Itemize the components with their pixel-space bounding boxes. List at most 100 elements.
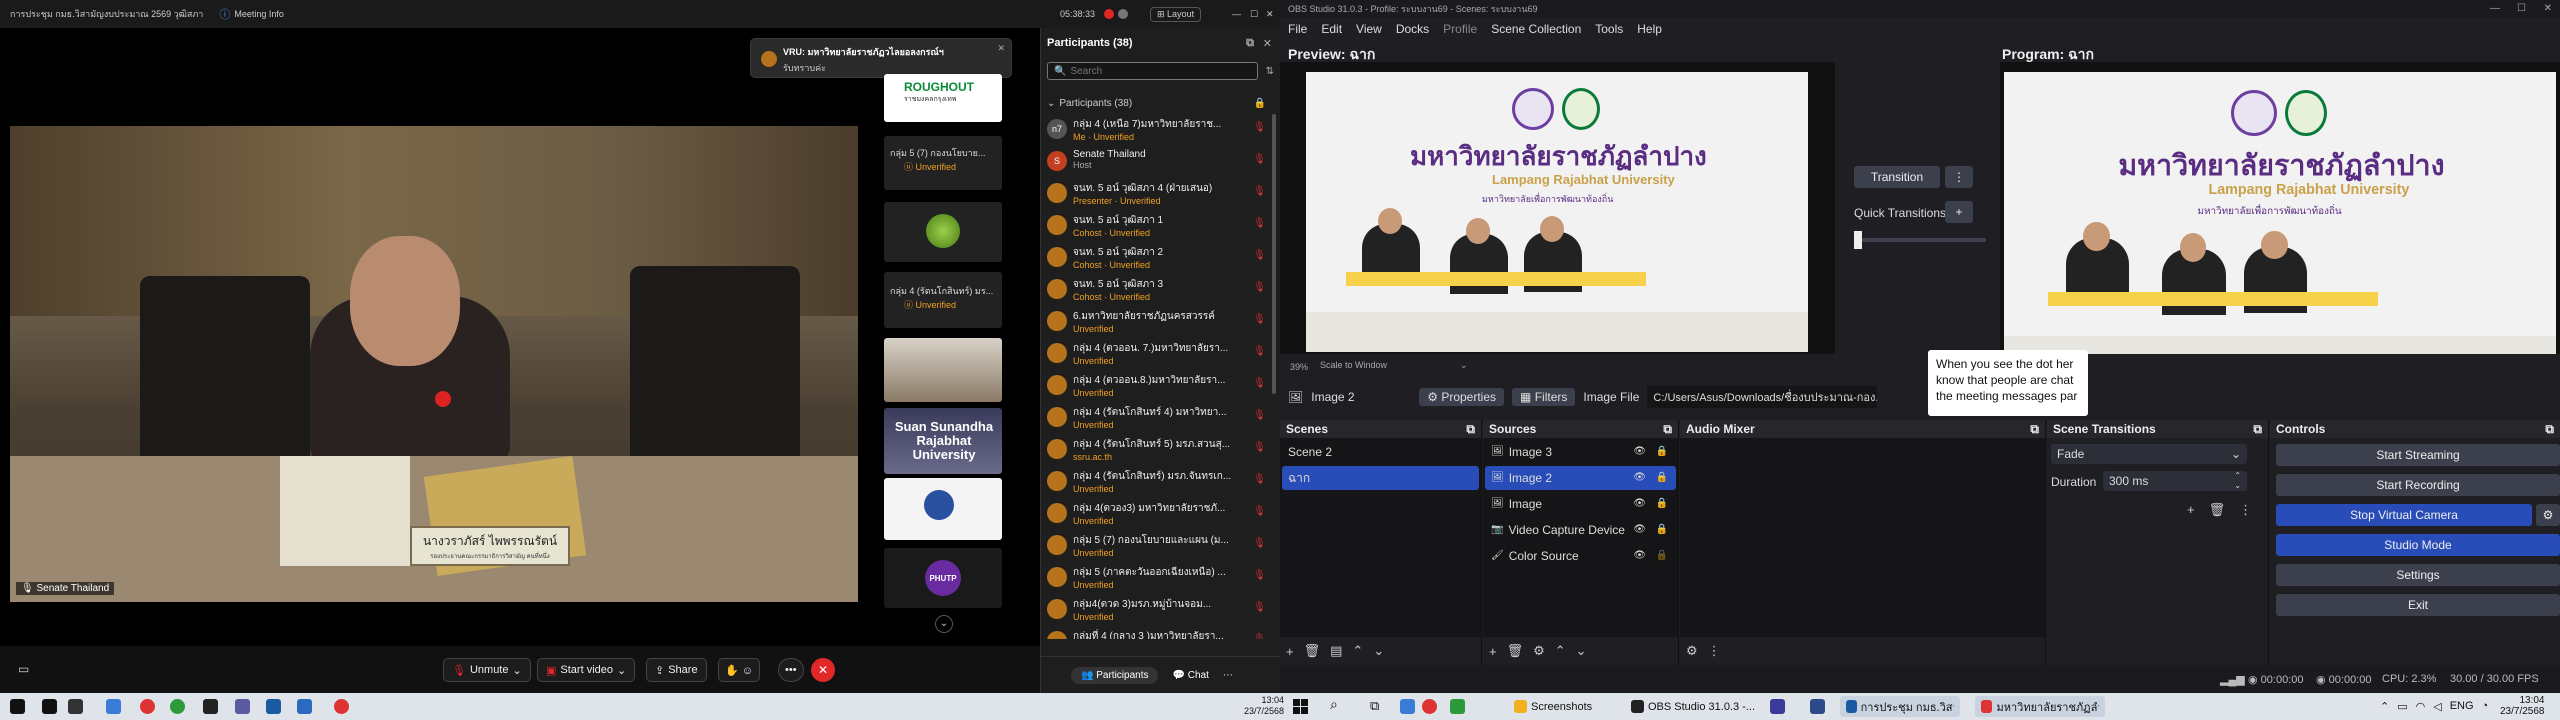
thumb-3[interactable] <box>884 202 1002 262</box>
grid-icon[interactable] <box>1118 9 1128 19</box>
layout-button[interactable]: ⊞ Layout <box>1150 6 1202 22</box>
transition-type-select[interactable]: Fade ⌄ <box>2051 444 2247 464</box>
transition-button[interactable]: Transition <box>1854 166 1940 188</box>
chrome-icon[interactable] <box>140 699 155 714</box>
chat-tab[interactable]: 💬 Chat <box>1172 670 1208 681</box>
participants-section-header[interactable]: ⌄ Participants (38) 🔒 <box>1041 92 1280 114</box>
raise-hand-button[interactable]: ✋ ☺ <box>718 658 760 682</box>
app-icon[interactable] <box>1400 699 1415 714</box>
mic-muted-icon[interactable]: 🎙 <box>1253 570 1266 581</box>
duration-field[interactable]: 300 ms ⌃ ⌄ <box>2103 471 2247 491</box>
taskbar-app[interactable]: มหาวิทยาลัยราชภัฏลำ... <box>1975 696 2105 717</box>
participant-row[interactable]: กลุ่ม4(ตวด 3)มรภ.หมู่บ้านจอม... Unverifie… <box>1041 594 1280 626</box>
chevron-up-icon[interactable]: ⌃ <box>2380 700 2389 713</box>
participant-row[interactable]: กลุ่ม 4 (ตวออน. 7.)มหาวิทยาลัยรา... Unver… <box>1041 338 1280 370</box>
exit-button[interactable]: Exit <box>2276 594 2560 616</box>
lock-icon[interactable]: 🔒 <box>1656 466 1668 490</box>
thumb-8[interactable]: PHUTP <box>884 548 1002 608</box>
thumb-7[interactable] <box>884 478 1002 540</box>
mic-muted-icon[interactable]: 🎙 <box>1253 282 1266 293</box>
participant-row[interactable]: 6.มหาวิทยาลัยราชภัฏนครสวรรค์ Unverified 🎙 <box>1041 306 1280 338</box>
search-icon[interactable]: ⌕ <box>1330 696 1338 713</box>
stop-virtual-camera-button[interactable]: Stop Virtual Camera <box>2276 504 2532 526</box>
mic-muted-icon[interactable]: 🎙 <box>1253 474 1266 485</box>
add-quick-transition-button[interactable]: + <box>1945 201 1973 223</box>
clock[interactable]: 13:04 23/7/2568 <box>2500 695 2545 717</box>
filters-button[interactable]: ▦ Filters <box>1512 388 1576 406</box>
app-icon[interactable] <box>297 699 312 714</box>
filter-icon[interactable]: ▤ <box>1330 643 1342 659</box>
mic-muted-icon[interactable]: 🎙 <box>1253 506 1266 517</box>
image-file-field[interactable]: C:/Users/Asus/Downloads/ชื่องบประมาณ-กอง… <box>1647 386 1878 408</box>
participant-row[interactable]: จนท. 5 อน์ วุฒิสภา 3 Cohost · Unverified 🎙 <box>1041 274 1280 306</box>
close-panel-icon[interactable]: ✕ <box>1263 37 1272 50</box>
unmute-button[interactable]: 🎙 Unmute ⌄ <box>443 658 531 682</box>
thumb-5[interactable] <box>884 338 1002 402</box>
close-icon[interactable]: ✕ <box>2544 0 2552 18</box>
share-button[interactable]: ⇪ Share <box>646 658 707 682</box>
notification[interactable]: VRU: มหาวิทยาลัยราชภัฏวไลยอลงกรณ์ฯ รับทร… <box>750 38 1012 78</box>
minimize-icon[interactable]: — <box>2490 0 2500 18</box>
move-up-icon[interactable]: ⌃ <box>1555 643 1566 659</box>
mic-muted-icon[interactable]: 🎙 <box>1253 410 1266 421</box>
eye-icon[interactable]: 👁 <box>1633 440 1646 464</box>
start-icon[interactable] <box>10 699 25 714</box>
scroll-down-icon[interactable]: ⌄ <box>935 615 953 633</box>
gear-icon[interactable]: ⚙ <box>1533 643 1545 659</box>
participants-tab[interactable]: 👥 Participants <box>1071 666 1159 684</box>
move-down-icon[interactable]: ⌄ <box>1576 643 1587 659</box>
menu-item-profile[interactable]: Profile <box>1443 22 1477 36</box>
menu-item-help[interactable]: Help <box>1637 22 1662 36</box>
thumb-1[interactable]: ROUGHOUT ราชมงคลกรุงเทพ <box>884 74 1002 122</box>
lock-icon[interactable]: 🔒 <box>1656 518 1668 542</box>
remove-icon[interactable]: 🗑 <box>1304 643 1321 659</box>
participant-row[interactable]: จนท. 5 อน์ วุฒิสภา 1 Cohost · Unverified 🎙 <box>1041 210 1280 242</box>
source-item[interactable]: 🖼 Image 👁 🔒 <box>1485 492 1676 516</box>
taskbar-app[interactable]: OBS Studio 31.0.3 -... <box>1625 696 1761 717</box>
scene-item[interactable]: Scene 2 <box>1282 440 1479 464</box>
add-icon[interactable]: + <box>1286 644 1294 659</box>
thumb-4[interactable]: กลุ่ม 4 (รัตนโกสินทร์) มร... ⓤ Unverifie… <box>884 272 1002 328</box>
eye-icon[interactable]: 👁 <box>1633 466 1646 490</box>
sort-icon[interactable]: ⇅ <box>1266 66 1274 77</box>
more-button[interactable]: ••• <box>778 658 804 682</box>
mic-muted-icon[interactable]: 🎙 <box>1253 250 1266 261</box>
mic-muted-icon[interactable]: 🎙 <box>1253 314 1266 325</box>
mic-muted-icon[interactable]: 🎙 <box>1253 538 1266 549</box>
mic-muted-icon[interactable]: 🎙 <box>1253 122 1266 133</box>
virtual-camera-gear-icon[interactable]: ⚙ <box>2536 504 2560 526</box>
undock-icon[interactable]: ⧉ <box>2030 420 2039 438</box>
app-icon[interactable] <box>203 699 218 714</box>
meeting-info-link[interactable]: Meeting Info <box>234 9 284 19</box>
move-up-icon[interactable]: ⌃ <box>1352 643 1363 659</box>
menu-item-file[interactable]: File <box>1288 22 1307 36</box>
lock-icon[interactable]: 🔒 <box>1656 544 1668 568</box>
mic-muted-icon[interactable]: 🎙 <box>1253 602 1266 613</box>
maximize-icon[interactable]: ☐ <box>1250 9 1258 20</box>
mic-muted-icon[interactable]: 🎙 <box>1253 442 1266 453</box>
minimize-icon[interactable]: — <box>1232 9 1241 19</box>
start-streaming-button[interactable]: Start Streaming <box>2276 444 2560 466</box>
taskbar-app[interactable]: Screenshots <box>1508 696 1626 717</box>
remove-icon[interactable]: 🗑 <box>1507 643 1524 659</box>
participant-row[interactable]: n7 กลุ่ม 4 (เหนือ 7)มหาวิทยาลัยราช... Me ·… <box>1041 114 1280 146</box>
source-item[interactable]: 🖼 Image 2 👁 🔒 <box>1485 466 1676 490</box>
participant-row[interactable]: กลุ่ม 4 (ตวออน.8.)มหาวิทยาลัยรา... Unveri… <box>1041 370 1280 402</box>
app-icon[interactable] <box>1770 699 1785 714</box>
participant-row[interactable]: จนท. 5 อน์ วุฒิสภา 2 Cohost · Unverified 🎙 <box>1041 242 1280 274</box>
undock-icon[interactable]: ⧉ <box>2253 420 2262 438</box>
taskbar-app[interactable]: การประชุม กมธ.วิสามั... <box>1840 696 1960 717</box>
chrome-icon[interactable] <box>334 699 349 714</box>
participant-row[interactable]: กลุ่ม 4 (รัตนโกสินทร์) มรภ.จันทรเก... Unv… <box>1041 466 1280 498</box>
participant-row[interactable]: กลุ่ม 5 (ภาคตะวันออกเฉียงเหนือ) ... Unver… <box>1041 562 1280 594</box>
app-icon[interactable] <box>235 699 250 714</box>
participant-row[interactable]: กลุ่ม 4(ตวอง3) มหาวิทยาลัยราชภั... Unveri… <box>1041 498 1280 530</box>
info-icon[interactable]: ⓘ <box>219 6 230 22</box>
chrome-icon[interactable] <box>170 699 185 714</box>
settings-button[interactable]: Settings <box>2276 564 2560 586</box>
source-item[interactable]: 🖌 Color Source 👁 🔒 <box>1485 544 1676 568</box>
app-icon[interactable] <box>266 699 281 714</box>
scene-item[interactable]: ฉาก <box>1282 466 1479 490</box>
leave-button[interactable]: ✕ <box>811 658 835 682</box>
task-view-icon[interactable] <box>68 699 83 714</box>
